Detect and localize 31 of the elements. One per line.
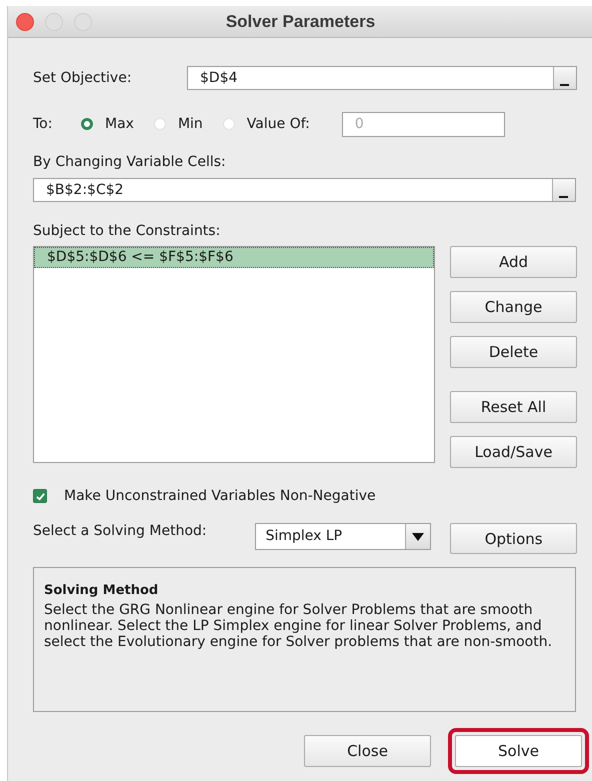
dropdown-arrow-icon bbox=[412, 532, 424, 540]
method-dropdown[interactable]: Simplex LP bbox=[254, 523, 432, 550]
action-button[interactable]: Change bbox=[450, 291, 577, 323]
window-title: Solver Parameters bbox=[224, 12, 376, 32]
objective-field[interactable]: $D$4 bbox=[187, 66, 577, 90]
checkbox[interactable] bbox=[33, 489, 47, 503]
radio-option[interactable]: Max bbox=[81, 116, 134, 132]
range-picker-icon[interactable] bbox=[552, 179, 575, 201]
variable-cells-field[interactable]: $B$2:$C$2 bbox=[33, 178, 576, 202]
range-picker-icon[interactable] bbox=[553, 67, 576, 89]
checkbox-option[interactable]: Make Unconstrained Variables Non-Negative bbox=[33, 488, 577, 504]
radio-option[interactable]: Min bbox=[154, 116, 203, 132]
field-label: By Changing Variable Cells: bbox=[33, 154, 227, 170]
action-button[interactable]: Reset All bbox=[450, 391, 577, 423]
field-label: Subject to the Constraints: bbox=[33, 223, 222, 239]
radio-option[interactable]: Value Of: bbox=[222, 116, 310, 132]
field-label: Set Objective: bbox=[33, 70, 133, 86]
action-button[interactable]: Delete bbox=[450, 336, 577, 368]
action-button[interactable]: Add bbox=[450, 246, 577, 278]
close-icon[interactable] bbox=[16, 12, 34, 30]
options-button[interactable]: Options bbox=[450, 523, 578, 554]
constraint-item[interactable]: $D$5:$D$6 <= $F$5:$F$6 bbox=[34, 247, 434, 268]
action-button[interactable]: Load/Save bbox=[450, 436, 577, 468]
dialog-button[interactable]: Solve bbox=[455, 735, 582, 767]
description-text: Select the GRG Nonlinear engine for Solver Problems that are smooth nonlinear. Select the LP Simplex engine for linear Solver Problems, and select the Evolutionary engine for Solver problems that are non-smooth. bbox=[44, 602, 554, 650]
field-label: To: bbox=[33, 116, 54, 132]
field-label: Select a Solving Method: bbox=[33, 523, 208, 539]
value-field[interactable]: 0 bbox=[342, 112, 505, 136]
description-title: Solving Method bbox=[44, 583, 160, 598]
dialog-button[interactable]: Close bbox=[304, 735, 431, 767]
radio-button[interactable] bbox=[81, 118, 93, 130]
